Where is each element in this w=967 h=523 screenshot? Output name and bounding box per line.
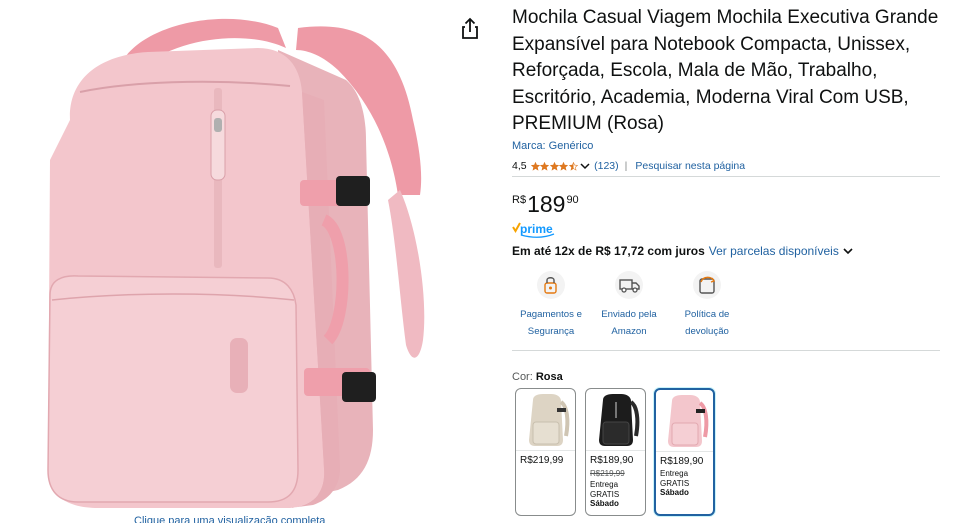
backpack-beige-image <box>528 394 569 446</box>
brand-link[interactable]: Marca: Genérico <box>512 140 593 152</box>
star-icon <box>530 161 540 171</box>
share-icon <box>462 17 478 39</box>
badge-shipped-by-amazon[interactable]: Enviado pela Amazon <box>589 270 669 340</box>
swatch-image <box>656 390 713 452</box>
installments: Em até 12x de R$ 17,72 com juros Ver par… <box>512 244 853 258</box>
price: R$ 189 90 <box>512 191 579 217</box>
star-icon <box>559 161 569 171</box>
swatch-delivery: Entrega GRATIS Sábado <box>590 480 620 508</box>
price-currency: R$ <box>512 194 527 206</box>
swatch-price: R$189,90 <box>590 455 634 466</box>
color-label: Cor: Rosa <box>512 371 563 383</box>
prime-label: prime <box>520 222 553 236</box>
badge-label: Enviado pela Amazon <box>601 309 657 337</box>
return-policy-icon <box>693 271 721 299</box>
backpack-image <box>47 18 425 508</box>
separator: | <box>624 160 628 172</box>
installments-text: Em até 12x de R$ 17,72 com juros <box>512 244 705 258</box>
installments-link[interactable]: Ver parcelas disponíveis <box>709 244 839 258</box>
badge-label: Pagamentos e Segurança <box>520 309 582 337</box>
star-rating[interactable] <box>530 161 579 171</box>
product-main-image[interactable] <box>28 0 458 512</box>
prime-logo-icon: prime <box>512 222 555 238</box>
badge-secure-payment[interactable]: Pagamentos e Segurança <box>511 270 591 340</box>
rating-row: 4,5 (123) | Pesquisar nesta página <box>512 159 745 173</box>
swatch-delivery: Entrega GRATIS Sábado <box>660 469 690 497</box>
secure-payment-icon <box>537 271 565 299</box>
image-gallery: Clique para uma visualização completa <box>0 0 490 523</box>
swatch-image <box>586 389 645 451</box>
trust-badges: Pagamentos e Segurança Enviado pela Amazon <box>512 270 752 342</box>
product-title: Mochila Casual Viagem Mochila Executiva … <box>512 7 939 134</box>
backpack-pink-image <box>667 395 708 447</box>
color-swatch-beige[interactable]: R$219,99 <box>515 388 576 516</box>
star-icon <box>568 161 578 171</box>
zoom-hint-link[interactable]: Clique para uma visualização completa <box>134 515 325 523</box>
rating-value: 4,5 <box>512 160 527 172</box>
badge-return-policy[interactable]: Política de devolução <box>667 270 747 340</box>
backpack-black-image <box>598 394 639 446</box>
prime-badge: prime <box>512 222 558 238</box>
selected-color: Rosa <box>535 371 563 383</box>
search-page-link[interactable]: Pesquisar nesta página <box>635 160 745 172</box>
color-swatch-pink[interactable]: R$189,90 Entrega GRATIS Sábado <box>654 388 715 516</box>
share-button[interactable] <box>458 16 482 42</box>
delivery-truck-icon <box>615 271 643 299</box>
star-icon <box>549 161 559 171</box>
color-swatch-black[interactable]: R$189,90 R$219,99 Entrega GRATIS Sábado <box>585 388 646 516</box>
divider <box>512 350 940 351</box>
price-fraction: 90 <box>566 194 579 206</box>
star-icon <box>540 161 550 171</box>
review-count-link[interactable]: (123) <box>594 160 619 172</box>
swatch-price: R$219,99 <box>520 455 564 466</box>
chevron-down-icon[interactable] <box>843 247 853 255</box>
swatch-price: R$189,90 <box>660 456 704 467</box>
chevron-down-icon[interactable] <box>580 162 590 170</box>
price-whole: 189 <box>527 191 566 217</box>
badge-label: Política de devolução <box>684 309 730 337</box>
swatch-image <box>516 389 575 451</box>
swatch-old-price: R$219,99 <box>590 469 625 478</box>
divider <box>512 176 940 177</box>
